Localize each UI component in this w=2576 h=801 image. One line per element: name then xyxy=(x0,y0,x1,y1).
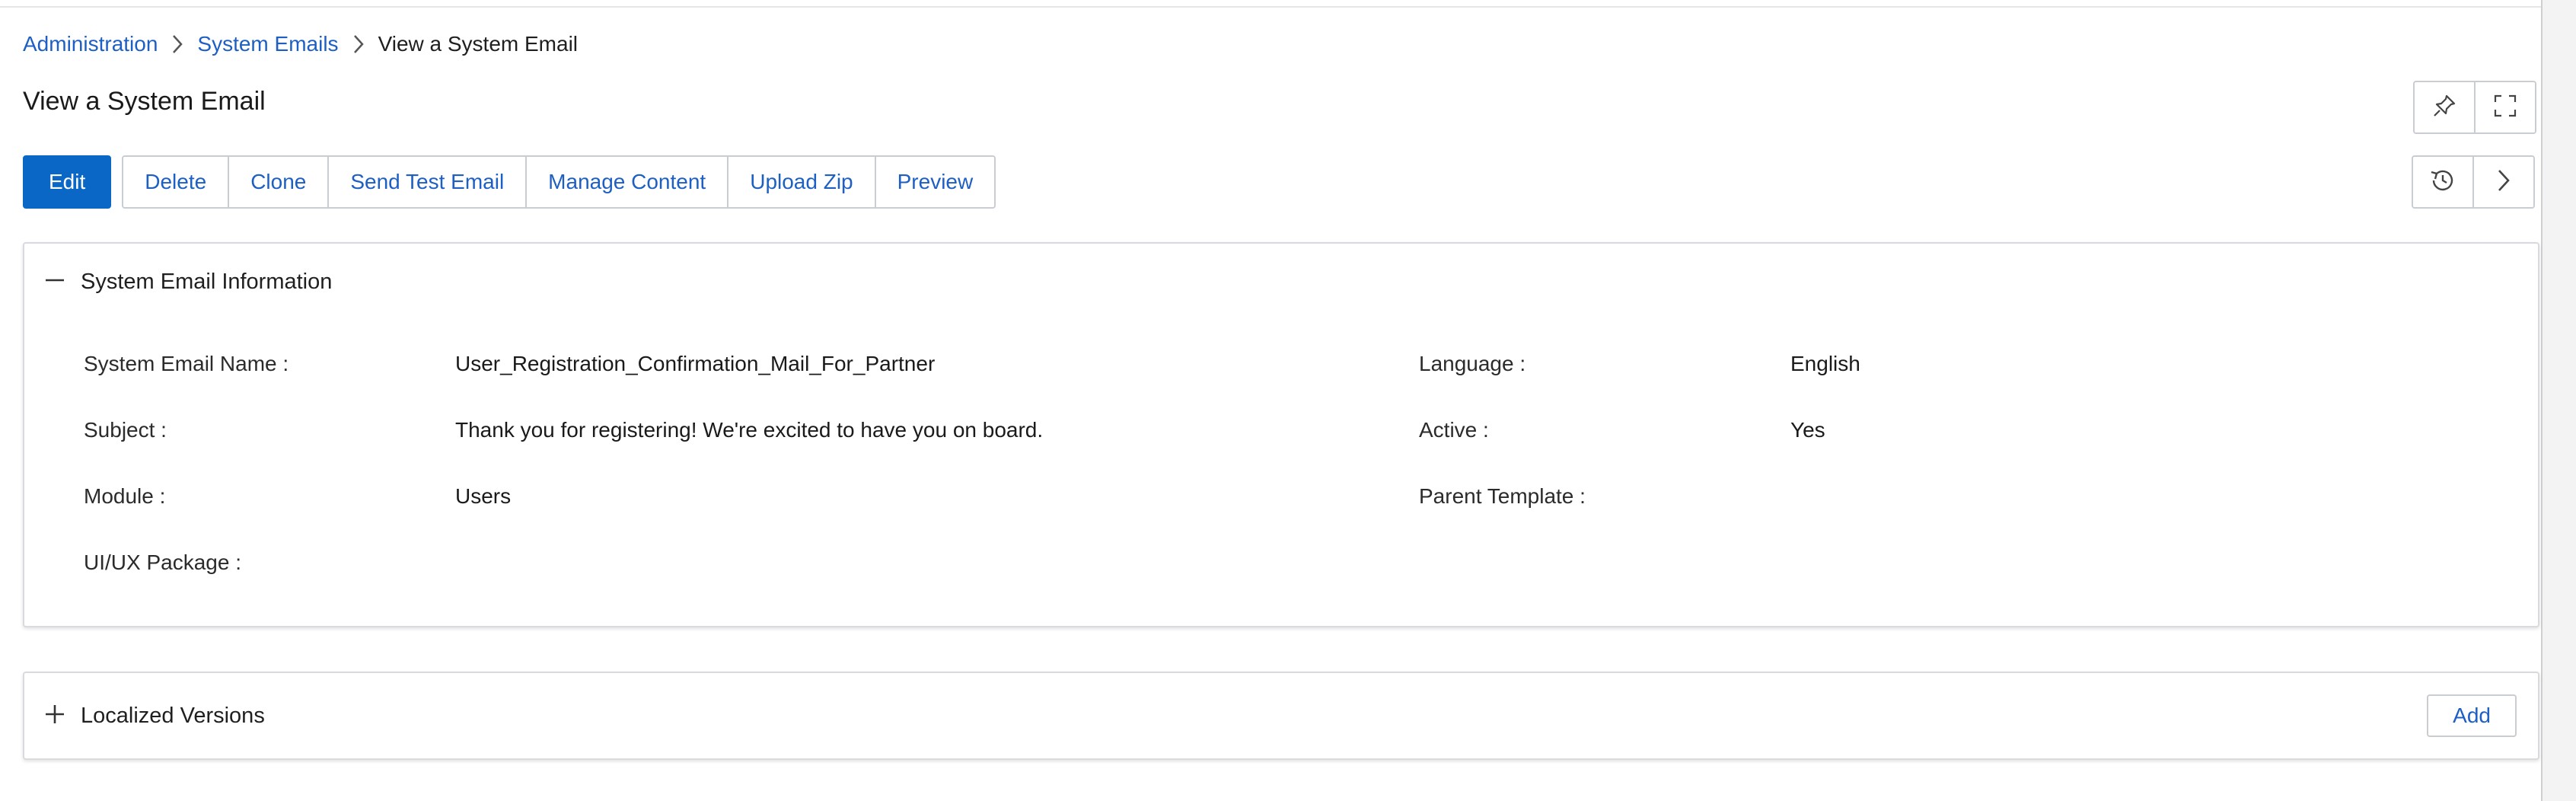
active-value: Yes xyxy=(1790,418,1825,442)
record-nav-controls xyxy=(2412,155,2535,209)
page-title: View a System Email xyxy=(23,87,266,116)
edit-button[interactable]: Edit xyxy=(23,155,112,209)
add-localized-version-button[interactable]: Add xyxy=(2427,694,2517,737)
manage-content-button[interactable]: Manage Content xyxy=(527,157,729,207)
expand-icon[interactable] xyxy=(44,704,65,729)
fullscreen-button[interactable] xyxy=(2476,82,2535,132)
system-email-information-panel: System Email Information System Email Na… xyxy=(23,242,2539,627)
subject-value: Thank you for registering! We're excited… xyxy=(455,418,1044,442)
active-label: Active : xyxy=(1419,418,1489,442)
language-value: English xyxy=(1790,352,1860,375)
info-panel-title: System Email Information xyxy=(81,269,333,294)
top-divider xyxy=(0,0,2543,8)
collapse-icon[interactable] xyxy=(44,270,65,295)
language-label: Language : xyxy=(1419,352,1526,375)
module-label: Module : xyxy=(84,484,166,508)
preview-button[interactable]: Preview xyxy=(875,157,995,207)
upload-zip-button[interactable]: Upload Zip xyxy=(728,157,876,207)
breadcrumb-administration[interactable]: Administration xyxy=(23,32,158,56)
system-email-name-label: System Email Name : xyxy=(84,352,289,375)
module-value: Users xyxy=(455,484,512,508)
delete-button[interactable]: Delete xyxy=(123,157,230,207)
chevron-right-icon xyxy=(2495,168,2513,197)
localized-panel-title: Localized Versions xyxy=(81,703,265,728)
breadcrumb: Administration System Emails View a Syst… xyxy=(23,29,578,59)
clone-button[interactable]: Clone xyxy=(229,157,330,207)
right-scroll-edge xyxy=(2541,0,2576,801)
fullscreen-icon xyxy=(2492,93,2518,123)
action-toolbar: Edit Delete Clone Send Test Email Manage… xyxy=(23,155,996,209)
pin-icon xyxy=(2431,93,2457,123)
view-controls xyxy=(2413,81,2536,134)
action-button-group: Delete Clone Send Test Email Manage Cont… xyxy=(122,155,996,209)
parent-template-label: Parent Template : xyxy=(1419,484,1586,508)
localized-versions-panel: Localized Versions Add xyxy=(23,672,2539,760)
subject-label: Subject : xyxy=(84,418,167,442)
chevron-right-icon xyxy=(339,34,378,55)
uiux-package-label: UI/UX Package : xyxy=(84,550,241,574)
next-record-button[interactable] xyxy=(2474,157,2533,207)
localized-panel-header[interactable]: Localized Versions xyxy=(44,673,265,758)
chevron-right-icon xyxy=(158,34,197,55)
send-test-email-button[interactable]: Send Test Email xyxy=(329,157,528,207)
info-panel-header[interactable]: System Email Information xyxy=(44,244,332,320)
history-button[interactable] xyxy=(2413,157,2474,207)
pin-button[interactable] xyxy=(2415,82,2476,132)
breadcrumb-system-emails[interactable]: System Emails xyxy=(197,32,338,56)
breadcrumb-current: View a System Email xyxy=(378,32,579,56)
system-email-name-value: User_Registration_Confirmation_Mail_For_… xyxy=(455,352,936,375)
history-icon xyxy=(2428,166,2457,199)
